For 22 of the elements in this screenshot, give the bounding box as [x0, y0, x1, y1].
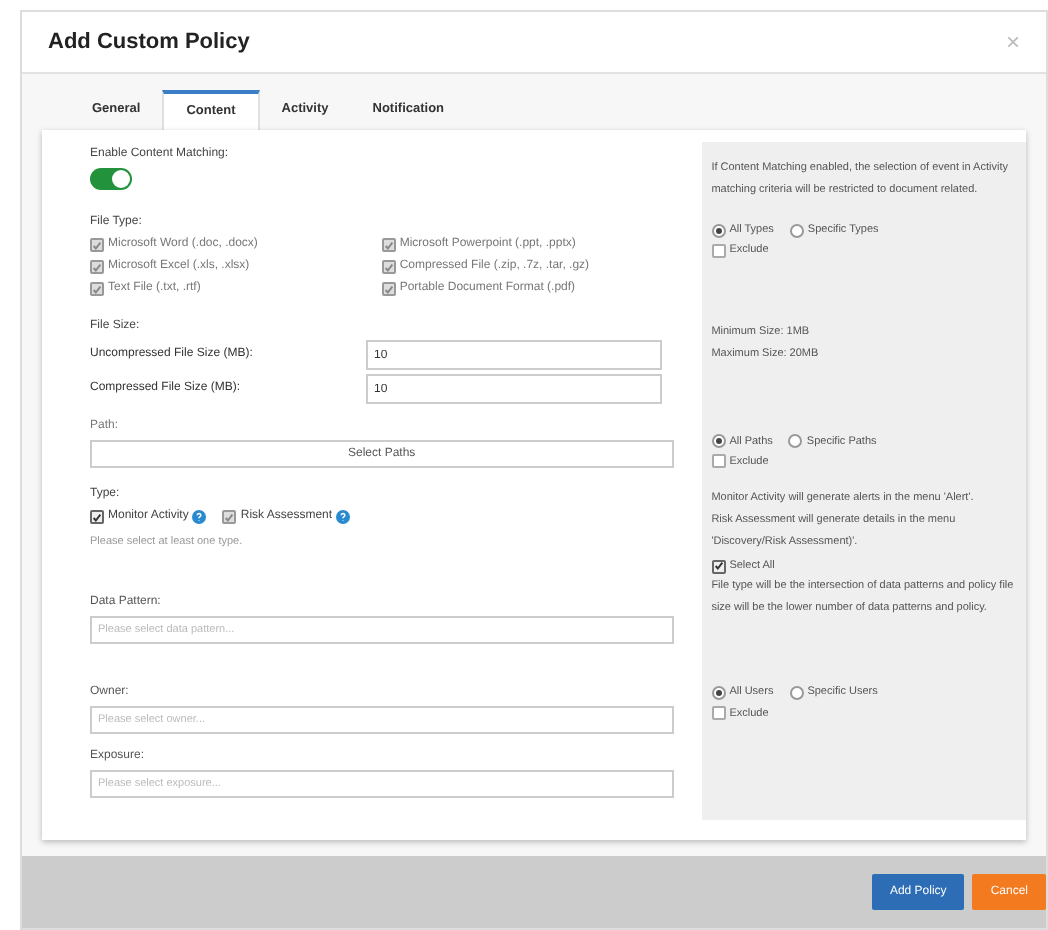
checkbox[interactable]	[711, 559, 726, 574]
checkbox[interactable]	[90, 260, 104, 274]
help-icon[interactable]	[192, 510, 207, 524]
radio-button[interactable]	[789, 685, 804, 700]
help-icon[interactable]	[336, 510, 351, 524]
checkbox[interactable]	[90, 282, 104, 296]
checkbox[interactable]	[711, 454, 726, 469]
checkbox[interactable]	[222, 510, 237, 524]
checkbox[interactable]	[90, 510, 104, 524]
radio-button[interactable]	[789, 223, 804, 238]
toggle-switch[interactable]	[90, 168, 132, 190]
radio-button[interactable]	[711, 685, 726, 700]
checkbox[interactable]	[90, 238, 104, 252]
dialog-title: Add Custom Policy	[48, 27, 250, 58]
checkbox[interactable]	[711, 706, 726, 721]
checkbox[interactable]	[711, 243, 726, 258]
checkbox[interactable]	[381, 238, 396, 252]
radio-button[interactable]	[788, 434, 803, 449]
radio-button[interactable]	[711, 223, 726, 238]
checkbox[interactable]	[381, 260, 396, 274]
checkbox[interactable]	[381, 282, 396, 296]
radio-button[interactable]	[711, 434, 726, 449]
